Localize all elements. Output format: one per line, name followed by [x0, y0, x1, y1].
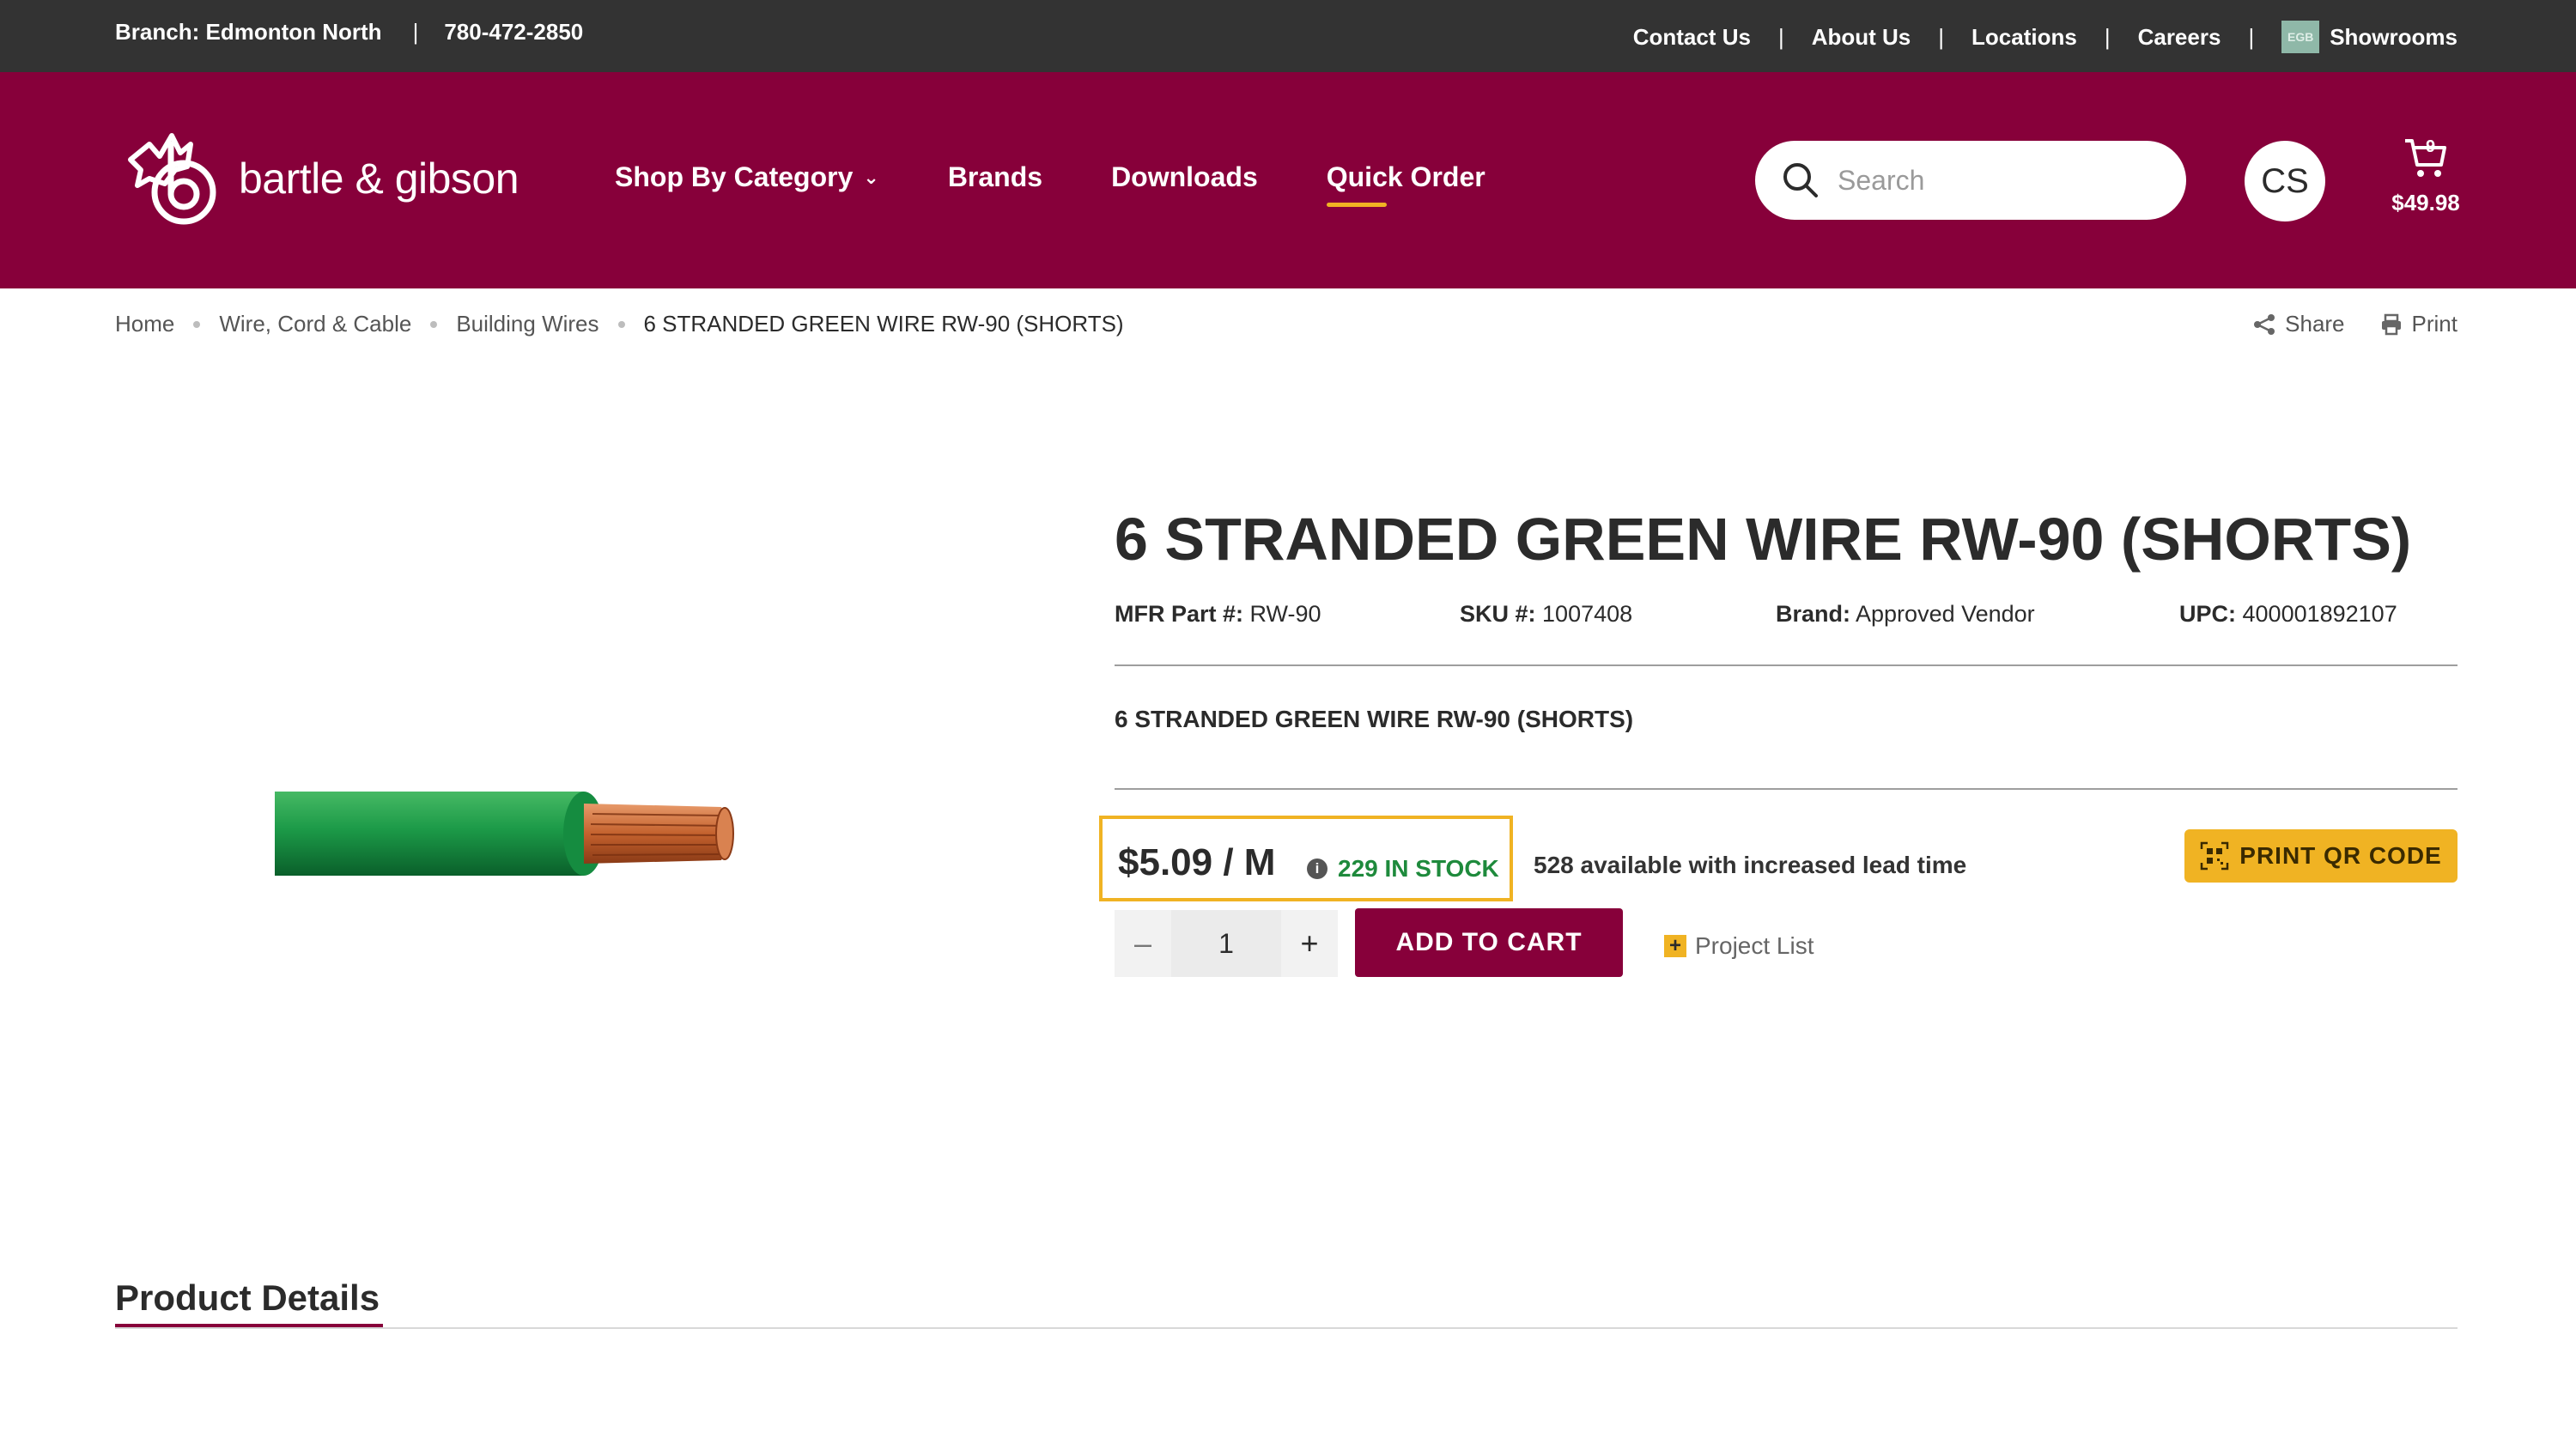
separator: | [2104, 23, 2111, 50]
share-label: Share [2285, 311, 2345, 337]
locations-link[interactable]: Locations [1971, 24, 2077, 51]
breadcrumb-building-wires[interactable]: Building Wires [456, 311, 598, 337]
about-us-link[interactable]: About Us [1812, 24, 1911, 51]
quantity-input[interactable]: 1 [1171, 910, 1281, 977]
nav-shop-by-category[interactable]: Shop By Category ⌄ [615, 161, 879, 193]
upc-value: 400001892107 [2242, 601, 2397, 627]
search-box[interactable] [1755, 141, 2186, 220]
mfr-part-value: RW-90 [1249, 601, 1321, 627]
lead-time-note: 528 available with increased lead time [1534, 852, 1967, 878]
branch-name[interactable]: Edmonton North [205, 19, 381, 46]
brand: Brand: Approved Vendor [1776, 601, 2035, 628]
nav-label: Quick Order [1326, 161, 1485, 192]
divider [115, 1327, 2458, 1329]
breadcrumb-separator [617, 320, 625, 328]
breadcrumb-current: 6 STRANDED GREEN WIRE RW-90 (SHORTS) [643, 311, 1124, 337]
branch-phone[interactable]: 780-472-2850 [444, 19, 583, 46]
divider [1115, 788, 2458, 790]
separator: | [2248, 23, 2255, 50]
decrease-quantity-button[interactable]: – [1115, 910, 1171, 977]
nav-downloads[interactable]: Downloads [1111, 161, 1258, 193]
search-icon[interactable] [1781, 161, 1820, 200]
separator: | [1938, 23, 1945, 50]
divider [1115, 664, 2458, 666]
brand-label: Brand: [1776, 601, 1850, 627]
cart-total: $49.98 [2391, 190, 2460, 215]
sku-value: 1007408 [1542, 601, 1633, 627]
quantity-stepper: – 1 + [1115, 910, 1338, 977]
nav-quick-order[interactable]: Quick Order [1326, 161, 1485, 207]
tab-product-details[interactable]: Product Details [115, 1277, 380, 1319]
separator: | [412, 19, 419, 45]
logo-text: bartle & gibson [239, 155, 519, 203]
utility-bar: Branch: Edmonton North | 780-472-2850 Co… [0, 0, 2576, 72]
stock-count: 229 IN STOCK [1338, 855, 1499, 882]
contact-us-link[interactable]: Contact Us [1633, 24, 1751, 51]
breadcrumb: Home Wire, Cord & Cable Building Wires 6… [115, 311, 1124, 337]
chevron-down-icon: ⌄ [863, 166, 879, 188]
print-qr-code-label: PRINT QR CODE [2239, 842, 2442, 869]
mfr-part: MFR Part #: RW-90 [1115, 601, 1321, 628]
nav-label: Brands [947, 161, 1043, 192]
main-nav: Shop By Category ⌄ Brands Downloads Quic… [615, 161, 1554, 207]
price-stock-box: $5.09 / M i 229 IN STOCK [1099, 816, 1513, 901]
printer-icon [2381, 313, 2401, 335]
separator: | [1777, 23, 1784, 50]
add-to-cart-button[interactable]: ADD TO CART [1355, 908, 1623, 977]
utility-links: Contact Us | About Us | Locations | Care… [1633, 21, 2458, 53]
breadcrumb-separator [430, 320, 438, 328]
product-meta: MFR Part #: RW-90 SKU #: 1007408 Brand: … [1115, 601, 2458, 630]
breadcrumb-separator [193, 320, 201, 328]
showroom-logo-icon: EGB [2281, 21, 2320, 53]
print-label: Print [2411, 311, 2458, 337]
stock-status: i 229 IN STOCK [1307, 855, 1499, 883]
plus-icon: + [1664, 935, 1686, 957]
nav-brands[interactable]: Brands [948, 161, 1042, 193]
product-title: 6 STRANDED GREEN WIRE RW-90 (SHORTS) [1115, 506, 2412, 573]
product-price: $5.09 / M [1118, 841, 1276, 883]
sku-label: SKU #: [1460, 601, 1536, 627]
page-actions: Share Print [2218, 311, 2458, 337]
mfr-part-label: MFR Part #: [1115, 601, 1244, 627]
sku: SKU #: 1007408 [1460, 601, 1632, 628]
share-icon [2254, 313, 2275, 335]
project-list-label: Project List [1695, 932, 1814, 959]
upc: UPC: 400001892107 [2179, 601, 2397, 628]
print-button[interactable]: Print [2379, 311, 2458, 337]
showrooms-link[interactable]: Showrooms [2330, 24, 2458, 51]
branch-info: Branch: Edmonton North | 780-472-2850 [115, 19, 583, 46]
branch-label: Branch: [115, 19, 200, 45]
nav-label: Shop By Category [615, 161, 854, 192]
share-button[interactable]: Share [2252, 311, 2345, 337]
site-header: bartle & gibson Shop By Category ⌄ Brand… [0, 72, 2576, 288]
print-qr-code-button[interactable]: PRINT QR CODE [2184, 829, 2458, 883]
cart-button[interactable]: 9 $49.98 [2379, 134, 2473, 220]
brand-value: Approved Vendor [1856, 601, 2035, 627]
cart-count-badge: 9 [2426, 137, 2436, 156]
info-icon[interactable]: i [1307, 859, 1327, 879]
increase-quantity-button[interactable]: + [1281, 910, 1338, 977]
maple-leaf-logo-icon [128, 133, 216, 225]
site-logo[interactable]: bartle & gibson [115, 118, 527, 239]
careers-link[interactable]: Careers [2138, 24, 2221, 51]
product-image [275, 792, 734, 876]
product-description: 6 STRANDED GREEN WIRE RW-90 (SHORTS) [1115, 706, 1634, 732]
search-input[interactable] [1838, 164, 2164, 197]
nav-label: Downloads [1111, 161, 1258, 192]
breadcrumb-wire-cord-cable[interactable]: Wire, Cord & Cable [219, 311, 411, 337]
upc-label: UPC: [2179, 601, 2236, 627]
breadcrumb-home[interactable]: Home [115, 311, 174, 337]
qr-code-icon [2201, 841, 2229, 871]
add-to-project-list[interactable]: + Project List [1664, 932, 1814, 960]
account-avatar[interactable]: CS [2245, 141, 2325, 221]
